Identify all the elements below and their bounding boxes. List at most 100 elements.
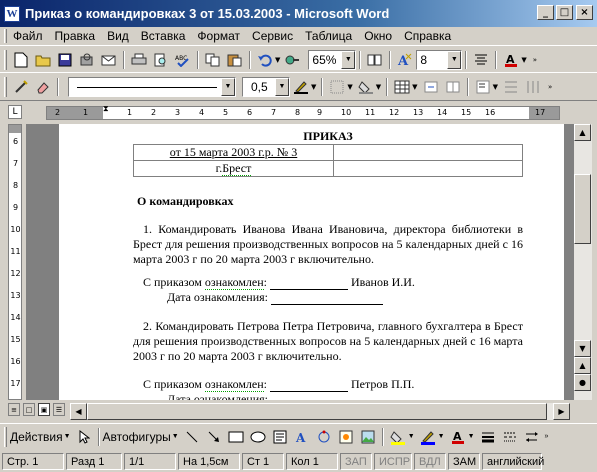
toolbar-grip[interactable] bbox=[4, 76, 7, 97]
scroll-right-icon[interactable]: ▶ bbox=[553, 403, 570, 420]
horizontal-scrollbar[interactable]: ◀ ▶ bbox=[70, 403, 570, 420]
chevron-down-icon[interactable]: ▼ bbox=[172, 433, 179, 440]
scroll-left-icon[interactable]: ◀ bbox=[70, 403, 87, 420]
diagram-icon[interactable] bbox=[314, 427, 334, 447]
border-color-icon[interactable] bbox=[291, 77, 311, 97]
normal-view-icon[interactable]: ≡ bbox=[8, 403, 20, 416]
picture-icon[interactable] bbox=[358, 427, 378, 447]
distribute-rows-icon[interactable] bbox=[501, 77, 521, 97]
draw-font-color-icon[interactable]: A bbox=[448, 427, 468, 447]
split-cells-icon[interactable] bbox=[443, 77, 463, 97]
line-icon[interactable] bbox=[182, 427, 202, 447]
line-color-dropdown-icon[interactable]: ▼ bbox=[438, 433, 445, 440]
fill-color-icon[interactable] bbox=[388, 427, 408, 447]
font-color-icon[interactable]: A bbox=[501, 50, 521, 70]
toolbar-options-icon[interactable]: » bbox=[545, 433, 549, 440]
toolbar-grip[interactable] bbox=[4, 426, 7, 447]
oval-icon[interactable] bbox=[248, 427, 268, 447]
select-objects-icon[interactable] bbox=[74, 427, 94, 447]
borders-dropdown-icon[interactable]: ▼ bbox=[347, 83, 352, 91]
shading-dropdown-icon[interactable]: ▼ bbox=[376, 83, 381, 91]
status-line[interactable]: Ст 1 bbox=[242, 453, 284, 470]
toolbar-options-icon[interactable]: » bbox=[548, 83, 552, 91]
menu-table[interactable]: Таблица bbox=[305, 29, 352, 43]
fill-color-dropdown-icon[interactable]: ▼ bbox=[408, 433, 415, 440]
status-language[interactable]: английский bbox=[482, 453, 544, 470]
align-dropdown-icon[interactable]: ▼ bbox=[493, 83, 498, 91]
zoom-combo[interactable]: 65% ▼ bbox=[308, 49, 357, 70]
status-column[interactable]: Кол 1 bbox=[286, 453, 338, 470]
line-style-icon[interactable] bbox=[478, 427, 498, 447]
save-icon[interactable] bbox=[55, 50, 75, 70]
font-size-combo[interactable]: 8 ▼ bbox=[416, 49, 463, 70]
spelling-icon[interactable]: ABC bbox=[173, 50, 193, 70]
tab-selector-icon[interactable]: L bbox=[8, 105, 22, 119]
print-layout-icon[interactable]: ▣ bbox=[38, 403, 50, 416]
copy-icon[interactable] bbox=[203, 50, 223, 70]
autoshapes-menu[interactable]: Автофигуры bbox=[103, 430, 171, 444]
draw-table-icon[interactable] bbox=[11, 77, 31, 97]
vertical-scroll-thumb[interactable] bbox=[574, 174, 591, 244]
status-record-macro[interactable]: ЗАП bbox=[340, 453, 372, 470]
toolbar-options-icon[interactable]: » bbox=[533, 56, 537, 64]
clip-art-icon[interactable] bbox=[336, 427, 356, 447]
toolbar-grip[interactable] bbox=[4, 49, 7, 70]
previous-page-icon[interactable]: ▲ bbox=[574, 357, 591, 374]
close-button[interactable]: × bbox=[576, 5, 593, 20]
arrow-icon[interactable] bbox=[204, 427, 224, 447]
horizontal-ruler[interactable]: ⧗ 2 1 1 2 3 4 5 6 7 8 9 10 11 12 13 14 1… bbox=[46, 105, 560, 121]
scroll-down-icon[interactable]: ▼ bbox=[574, 340, 591, 357]
outline-view-icon[interactable]: ☰ bbox=[53, 403, 65, 416]
web-view-icon[interactable]: □ bbox=[23, 403, 35, 416]
arrow-style-icon[interactable] bbox=[522, 427, 542, 447]
line-weight-combo[interactable]: 0,5 ▼ bbox=[242, 76, 290, 97]
draw-actions-menu[interactable]: Действия bbox=[10, 430, 63, 444]
wordart-icon[interactable]: A bbox=[292, 427, 312, 447]
eraser-icon[interactable] bbox=[33, 77, 53, 97]
rectangle-icon[interactable] bbox=[226, 427, 246, 447]
line-color-icon[interactable] bbox=[418, 427, 438, 447]
menu-view[interactable]: Вид bbox=[107, 29, 129, 43]
menu-window[interactable]: Окно bbox=[364, 29, 392, 43]
menu-format[interactable]: Формат bbox=[197, 29, 240, 43]
distribute-columns-icon[interactable] bbox=[523, 77, 543, 97]
status-page[interactable]: Стр. 1 bbox=[2, 453, 64, 470]
new-icon[interactable] bbox=[11, 50, 31, 70]
permission-icon[interactable] bbox=[77, 50, 97, 70]
status-overtype[interactable]: ЗАМ bbox=[448, 453, 480, 470]
align-icon[interactable] bbox=[473, 77, 493, 97]
print-icon[interactable] bbox=[129, 50, 149, 70]
minimize-button[interactable]: _ bbox=[537, 5, 554, 20]
chevron-down-icon[interactable]: ▼ bbox=[447, 50, 462, 69]
undo-dropdown-icon[interactable]: ▼ bbox=[275, 56, 280, 64]
status-track-changes[interactable]: ИСПР bbox=[374, 453, 412, 470]
styles-icon[interactable]: A bbox=[395, 50, 415, 70]
select-browse-object-icon[interactable]: ● bbox=[574, 374, 591, 391]
chevron-down-icon[interactable]: ▼ bbox=[64, 433, 71, 440]
chevron-down-icon[interactable]: ▼ bbox=[275, 77, 289, 96]
merge-cells-icon[interactable] bbox=[421, 77, 441, 97]
chevron-down-icon[interactable]: ▼ bbox=[221, 77, 235, 96]
mail-icon[interactable] bbox=[99, 50, 119, 70]
insert-table-dropdown-icon[interactable]: ▼ bbox=[412, 83, 417, 91]
insert-table-icon[interactable] bbox=[392, 77, 412, 97]
border-color-dropdown-icon[interactable]: ▼ bbox=[311, 83, 316, 91]
horizontal-scroll-thumb[interactable] bbox=[87, 403, 547, 420]
scroll-up-icon[interactable]: ▲ bbox=[574, 124, 591, 141]
borders-icon[interactable] bbox=[327, 77, 347, 97]
hyperlink-icon[interactable] bbox=[283, 50, 303, 70]
text-box-icon[interactable] bbox=[270, 427, 290, 447]
menu-insert[interactable]: Вставка bbox=[141, 29, 186, 43]
chevron-down-icon[interactable]: ▼ bbox=[341, 50, 356, 69]
menu-grip[interactable] bbox=[4, 29, 7, 43]
menu-edit[interactable]: Правка bbox=[55, 29, 96, 43]
menu-tools[interactable]: Сервис bbox=[252, 29, 293, 43]
shading-icon[interactable] bbox=[356, 77, 376, 97]
status-section[interactable]: Разд 1 bbox=[66, 453, 122, 470]
document-page[interactable]: ПРИКАЗ от 15 марта 2003 г.р. № 3 г.Брест… bbox=[59, 124, 564, 400]
indent-marker-icon[interactable]: ⧗ bbox=[103, 105, 111, 121]
draw-font-color-dropdown-icon[interactable]: ▼ bbox=[468, 433, 475, 440]
line-style-combo[interactable]: ▼ bbox=[68, 76, 236, 97]
font-color-dropdown-icon[interactable]: ▼ bbox=[521, 56, 526, 64]
status-page-count[interactable]: 1/1 bbox=[124, 453, 176, 470]
